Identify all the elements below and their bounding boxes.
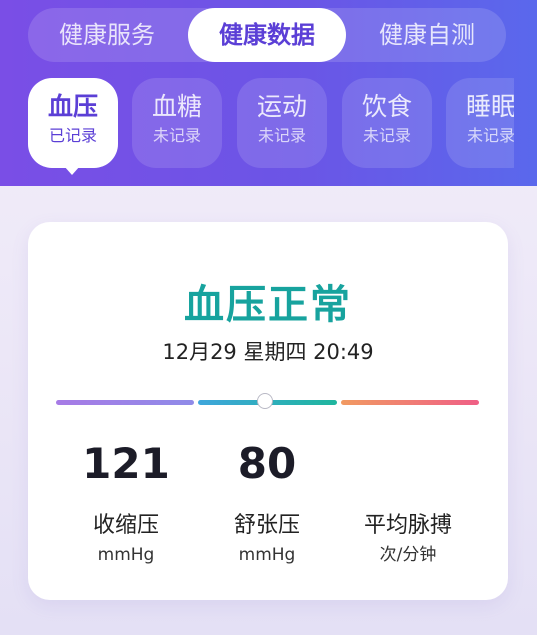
metric-value: 80	[237, 439, 297, 488]
scale-segment-high	[341, 400, 479, 405]
metric-diastolic: 80 舒张压 mmHg	[197, 436, 337, 566]
category-exercise[interactable]: 运动 未记录	[237, 78, 327, 168]
category-status: 未记录	[257, 126, 306, 145]
metric-label: 平均脉搏	[363, 513, 452, 538]
metric-label: 收缩压	[92, 513, 159, 538]
category-name: 血压	[47, 92, 98, 121]
metric-unit: mmHg	[238, 545, 296, 565]
category-status: 未记录	[466, 126, 514, 145]
metric-value: 121	[82, 439, 170, 488]
category-name: 血糖	[151, 92, 202, 121]
category-status: 未记录	[152, 126, 201, 145]
category-status: 未记录	[362, 126, 411, 145]
category-name: 运动	[256, 92, 307, 121]
scale-segment-low	[56, 400, 194, 405]
status-title: 血压正常	[184, 282, 352, 328]
tab-health-data[interactable]: 健康数据	[188, 8, 346, 62]
metric-label: 舒张压	[233, 513, 300, 538]
header: 健康服务 健康数据 健康自测 血压 已记录 血糖 未记录 运动 未记录 饮食 未…	[0, 0, 537, 186]
scale-marker	[257, 393, 273, 409]
metric-systolic: 121 收缩压 mmHg	[56, 436, 196, 566]
category-diet[interactable]: 饮食 未记录	[342, 78, 432, 168]
metric-value	[338, 436, 478, 492]
metric-unit: 次/分钟	[379, 545, 437, 565]
active-category-pointer	[64, 166, 80, 175]
segmented-tab-bar: 健康服务 健康数据 健康自测	[28, 8, 506, 62]
record-datetime: 12月29 星期四 20:49	[162, 340, 374, 364]
tab-health-services[interactable]: 健康服务	[28, 8, 186, 62]
metric-unit: mmHg	[97, 545, 155, 565]
category-strip: 血压 已记录 血糖 未记录 运动 未记录 饮食 未记录 睡眠 未记录	[28, 78, 514, 170]
tab-health-self-test[interactable]: 健康自测	[348, 8, 506, 62]
category-blood-pressure[interactable]: 血压 已记录	[28, 78, 118, 168]
category-sleep[interactable]: 睡眠 未记录	[446, 78, 514, 168]
category-blood-sugar[interactable]: 血糖 未记录	[132, 78, 222, 168]
category-name: 饮食	[361, 92, 412, 121]
category-status: 已记录	[48, 126, 97, 145]
metric-pulse: 平均脉搏 次/分钟	[338, 436, 478, 566]
blood-pressure-card: 血压正常 12月29 星期四 20:49 121 收缩压 mmHg 80 舒张压…	[28, 222, 508, 600]
category-name: 睡眠	[465, 92, 514, 121]
